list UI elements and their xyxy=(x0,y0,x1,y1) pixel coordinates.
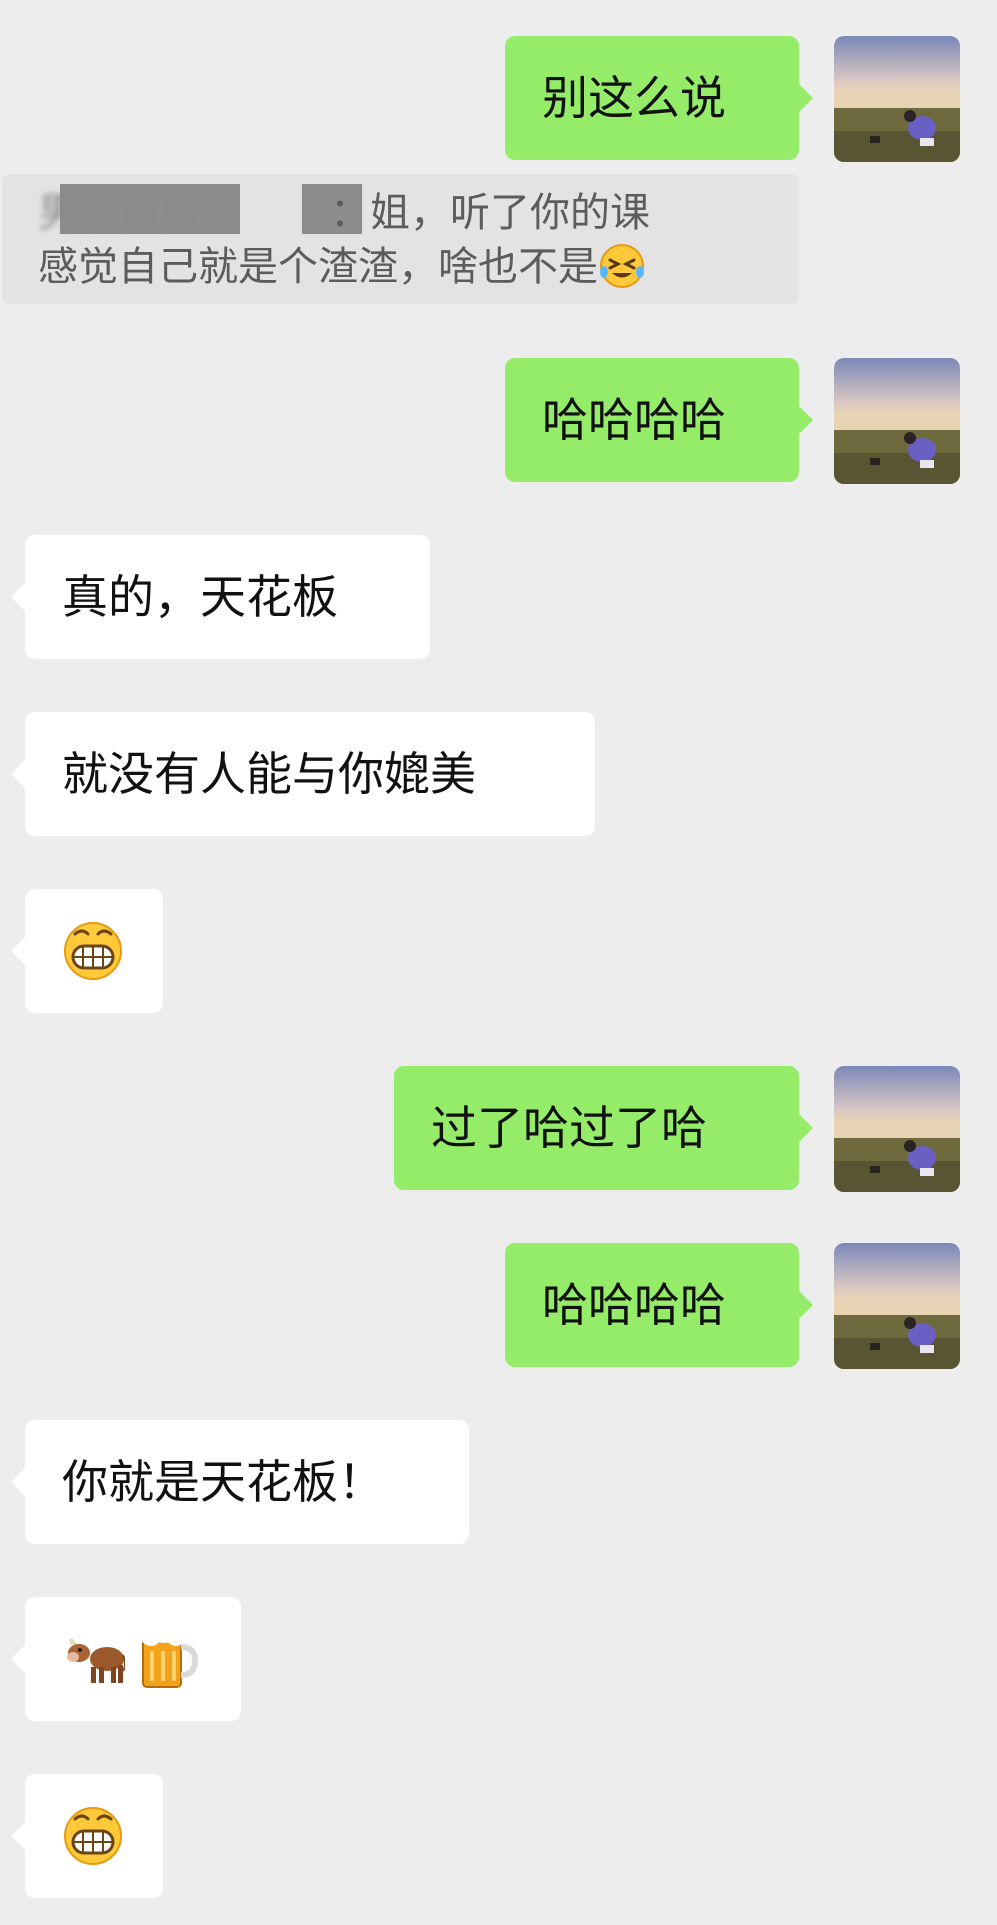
beer-mug-emoji-icon xyxy=(141,1625,199,1688)
quote-line-1: 男歌指指 ：姐，听了你的课 xyxy=(38,186,763,240)
message-bubble-outgoing[interactable]: 哈哈哈哈 xyxy=(505,358,813,482)
landscape-avatar-icon xyxy=(834,1243,960,1369)
message-bubble-incoming[interactable]: 你就是天花板！ xyxy=(11,1420,469,1544)
message-bubble-incoming[interactable] xyxy=(11,1597,241,1721)
quote-text-line-2: 感觉自己就是个渣渣，啥也不是 xyxy=(38,244,598,290)
cow-emoji-icon xyxy=(67,1638,125,1683)
tears-of-laughter-emoji-icon xyxy=(600,244,644,288)
message-bubble-incoming[interactable]: 就没有人能与你媲美 xyxy=(11,712,595,836)
avatar[interactable] xyxy=(834,358,960,484)
message-bubble-incoming[interactable] xyxy=(11,1774,163,1898)
message-text: 过了哈过了哈 xyxy=(431,1101,707,1155)
quoted-message[interactable]: 男歌指指 ：姐，听了你的课 感觉自己就是个渣渣，啥也不是 xyxy=(2,174,799,304)
quote-line-2: 感觉自己就是个渣渣，啥也不是 xyxy=(38,240,763,294)
quote-text-line-1: 姐，听了你的课 xyxy=(370,190,650,236)
avatar[interactable] xyxy=(834,1066,960,1192)
message-text: 哈哈哈哈 xyxy=(542,393,726,447)
message-bubble-incoming[interactable]: 真的，天花板 xyxy=(11,535,430,659)
landscape-avatar-icon xyxy=(834,1066,960,1192)
message-text: 就没有人能与你媲美 xyxy=(62,747,476,801)
avatar[interactable] xyxy=(834,1243,960,1369)
message-bubble-outgoing[interactable]: 别这么说 xyxy=(505,36,813,160)
quote-sender: 男歌指指 xyxy=(38,190,198,236)
message-text: 真的，天花板 xyxy=(62,570,338,624)
grinning-face-emoji-icon xyxy=(64,1807,122,1865)
grinning-face-emoji-icon xyxy=(64,922,122,980)
message-text: 哈哈哈哈 xyxy=(542,1278,726,1332)
message-text: 你就是天花板！ xyxy=(62,1455,384,1509)
message-text: 别这么说 xyxy=(542,71,726,125)
message-bubble-outgoing[interactable]: 过了哈过了哈 xyxy=(394,1066,813,1190)
avatar[interactable] xyxy=(834,36,960,162)
landscape-avatar-icon xyxy=(834,358,960,484)
landscape-avatar-icon xyxy=(834,36,960,162)
chat-view: 别这么说 男歌指指 ：姐，听了你的课 感觉自己就是个渣渣，啥也不是 哈哈哈哈 真… xyxy=(0,0,997,1925)
message-bubble-outgoing[interactable]: 哈哈哈哈 xyxy=(505,1243,813,1367)
message-bubble-incoming[interactable] xyxy=(11,889,163,1013)
